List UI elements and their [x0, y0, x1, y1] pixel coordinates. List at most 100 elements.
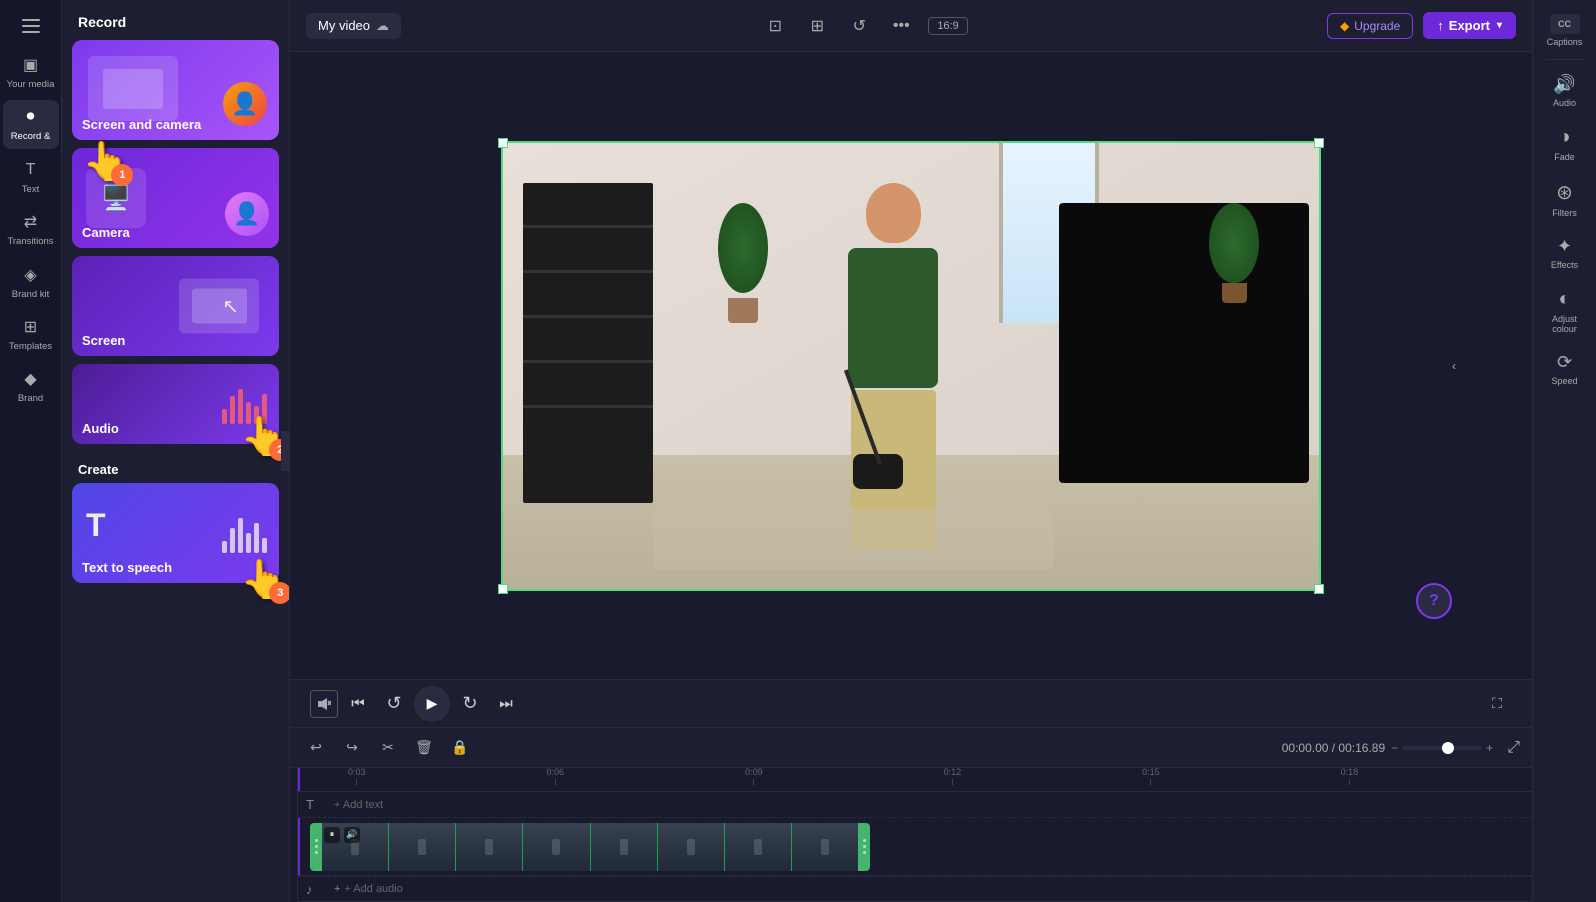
- diamond-icon: ◆: [1340, 19, 1349, 33]
- hamburger-menu[interactable]: [13, 8, 49, 44]
- chevron-down-icon: ▾: [1497, 20, 1502, 31]
- audio-track: ♪ + + Add audio: [298, 876, 1532, 902]
- sidebar-item-label: Your media: [7, 79, 55, 90]
- sidebar-item-brand[interactable]: ◆ Brand: [3, 362, 59, 410]
- top-bar-left: My video ☁: [306, 13, 401, 39]
- rotate-btn[interactable]: ↺: [844, 11, 874, 41]
- icon-sidebar: ▣ Your media ⏺ Record & T Text ⇄ Transit…: [0, 0, 62, 902]
- cut-btn[interactable]: ✂: [374, 734, 402, 762]
- sidebar-item-your-media[interactable]: ▣ Your media: [3, 48, 59, 96]
- clip-handle-left[interactable]: [310, 823, 322, 871]
- zoom-thumb[interactable]: [1442, 742, 1454, 754]
- speed-icon: ⟳: [1557, 352, 1572, 373]
- clip-thumbnails: [322, 823, 858, 871]
- clip-thumb-6: [658, 823, 724, 871]
- ruler-tick-0:09: 0:09: [745, 768, 763, 785]
- music-note-icon: ♪: [306, 882, 326, 897]
- timeline-time-display: 00:00.00 / 00:16.89 − + ⤢: [1282, 739, 1520, 757]
- timeline-area: ↩ ↪ ✂ 🗑 🔒 00:00.00 / 00:16.89 − + ⤢: [290, 727, 1532, 902]
- right-audio-btn[interactable]: 🔊 Audio: [1536, 66, 1594, 116]
- video-clip[interactable]: ⏸ 🔊: [310, 823, 870, 871]
- second-plant-leaves: [1209, 203, 1259, 283]
- text-icon: T: [20, 159, 42, 181]
- lock-btn[interactable]: 🔒: [446, 734, 474, 762]
- right-divider-1: [1545, 59, 1585, 60]
- play-pause-btn[interactable]: ▶: [414, 686, 450, 722]
- scene-plant: [713, 203, 773, 323]
- clip-mute-btn[interactable]: ⏸: [324, 827, 340, 843]
- aspect-ratio-badge: 16:9: [928, 17, 967, 35]
- right-effects-btn[interactable]: ✦ Effects: [1536, 228, 1594, 278]
- sidebar-item-templates[interactable]: ⊞ Templates: [3, 310, 59, 358]
- right-fade-btn[interactable]: ◑ Fade: [1536, 118, 1594, 170]
- captions-label: Captions: [1547, 37, 1583, 47]
- clip-thumb-2: [389, 823, 455, 871]
- collapse-right-btn[interactable]: ‹: [1452, 359, 1456, 373]
- video-preview-area: ? ‹: [290, 52, 1532, 679]
- playback-right: ⛶: [1482, 689, 1512, 719]
- zoom-slider[interactable]: [1402, 746, 1482, 750]
- fit-btn[interactable]: ⊞: [802, 11, 832, 41]
- sidebar-item-label: Templates: [9, 341, 52, 352]
- expand-timeline-btn[interactable]: ⤢: [1507, 739, 1520, 757]
- resize-handle-bottom-right[interactable]: [1314, 584, 1324, 594]
- captions-section: CC Captions: [1536, 8, 1594, 53]
- rewind-5s-btn[interactable]: ↺: [378, 688, 410, 720]
- screen-card[interactable]: Screen ↖: [72, 256, 279, 356]
- crop-btn[interactable]: ⊡: [760, 11, 790, 41]
- sidebar-item-brand-kit[interactable]: ◈ Brand kit: [3, 258, 59, 306]
- playback-bar: ⏮ ↺ ▶ ↻ ⏭ ⛶: [290, 679, 1532, 727]
- skip-to-end-btn[interactable]: ⏭: [490, 688, 522, 720]
- ruler-tick-0:03: 0:03: [348, 768, 366, 785]
- timeline-ruler: 0:03 0:06 0:09: [298, 768, 1532, 792]
- ruler-tick-0:12: 0:12: [944, 768, 962, 785]
- export-button[interactable]: ↑ Export ▾: [1423, 12, 1516, 39]
- sidebar-item-label: Text: [22, 184, 39, 195]
- right-filters-btn[interactable]: ⊛ Filters: [1536, 172, 1594, 226]
- zoom-out-icon[interactable]: −: [1391, 741, 1398, 755]
- text-track-icon: T: [306, 797, 326, 812]
- filters-icon: ⊛: [1556, 180, 1573, 205]
- sidebar-item-transitions[interactable]: ⇄ Transitions: [3, 205, 59, 253]
- sidebar-item-text[interactable]: T Text: [3, 153, 59, 201]
- cursor-badge-3: 3: [269, 582, 290, 604]
- sidebar-item-record[interactable]: ⏺ Record &: [3, 100, 59, 148]
- timeline-gutter: [290, 768, 298, 902]
- video-title-tab[interactable]: My video ☁: [306, 13, 401, 39]
- resize-handle-bottom-left[interactable]: [498, 584, 508, 594]
- mute-button[interactable]: [310, 690, 338, 718]
- card-background: Screen ↖: [72, 256, 279, 356]
- help-button[interactable]: ?: [1416, 583, 1452, 619]
- collapse-panel-btn[interactable]: ‹: [281, 431, 290, 471]
- resize-handle-top-left[interactable]: [498, 138, 508, 148]
- more-options-btn[interactable]: •••: [886, 11, 916, 41]
- right-adjust-colour-btn[interactable]: ◐ Adjustcolour: [1536, 280, 1594, 342]
- redo-btn[interactable]: ↪: [338, 734, 366, 762]
- export-arrow-icon: ↑: [1437, 18, 1444, 33]
- clip-audio-btn[interactable]: 🔊: [344, 827, 360, 843]
- add-text-btn[interactable]: + Add text: [334, 799, 383, 811]
- text-track-content: + Add text: [334, 799, 1524, 811]
- tts-waveform: [222, 513, 267, 553]
- time-text: 00:00.00 / 00:16.89: [1282, 741, 1385, 755]
- skip-to-start-btn[interactable]: ⏮: [342, 688, 374, 720]
- delete-btn[interactable]: 🗑: [410, 734, 438, 762]
- plant-leaves: [718, 203, 768, 293]
- forward-5s-btn[interactable]: ↻: [454, 688, 486, 720]
- resize-handle-top-right[interactable]: [1314, 138, 1324, 148]
- zoom-in-icon[interactable]: +: [1486, 741, 1493, 755]
- video-frame[interactable]: [501, 141, 1321, 591]
- captions-cc-text: CC: [1558, 19, 1571, 29]
- right-speed-btn[interactable]: ⟳ Speed: [1536, 344, 1594, 394]
- upgrade-button[interactable]: ◆ Upgrade: [1327, 13, 1413, 39]
- fullscreen-btn[interactable]: ⛶: [1482, 689, 1512, 719]
- second-plant: [1209, 203, 1259, 303]
- shelf-1: [523, 225, 653, 228]
- screen-and-camera-card[interactable]: 👤 Screen and camera: [72, 40, 279, 140]
- clip-ctrl-icons: ⏸ 🔊: [324, 827, 360, 843]
- clip-handle-right[interactable]: [858, 823, 870, 871]
- sidebar-item-label: Brand kit: [12, 289, 50, 300]
- undo-btn[interactable]: ↩: [302, 734, 330, 762]
- vacuum-cleaner: [853, 409, 953, 489]
- add-audio-btn[interactable]: + Add audio: [344, 883, 402, 895]
